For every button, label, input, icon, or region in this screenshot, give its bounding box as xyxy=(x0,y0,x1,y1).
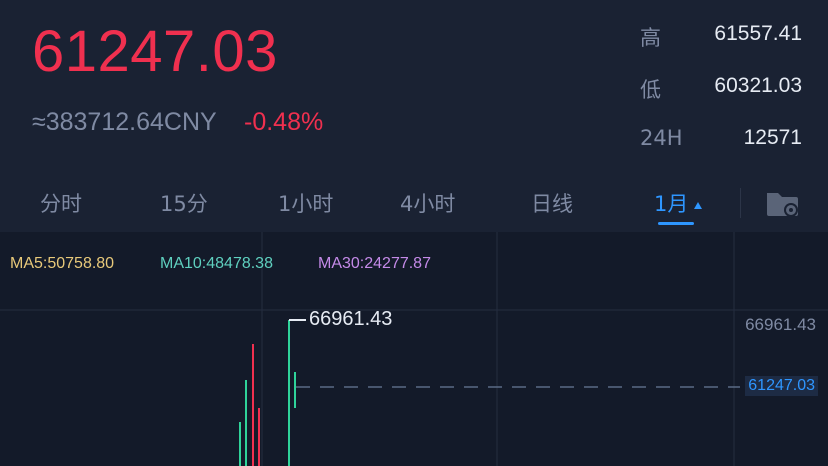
tab-4hour[interactable]: 4小时 xyxy=(400,188,455,218)
low-label: 低 xyxy=(640,78,661,102)
volume-24h-value: 12571 xyxy=(743,126,802,149)
active-tab-indicator xyxy=(658,222,694,225)
low-value: 60321.03 xyxy=(714,74,802,97)
tab-1month-label: 1月 xyxy=(654,192,689,216)
tab-divider xyxy=(740,188,741,218)
high-label: 高 xyxy=(640,26,661,50)
ticker-header: 61247.03 ≈383712.64CNY -0.48% 高 61557.41… xyxy=(0,0,828,232)
change-percent: -0.48% xyxy=(244,108,324,136)
axis-high-label: 66961.43 xyxy=(745,315,816,334)
volume-24h-label: 24H xyxy=(640,126,683,150)
tab-timeshare[interactable]: 分时 xyxy=(40,188,82,218)
tab-1month[interactable]: 1月 xyxy=(654,188,703,218)
chart-settings-button[interactable] xyxy=(764,186,804,220)
last-price: 61247.03 xyxy=(32,19,278,84)
cny-equivalent: ≈383712.64CNY xyxy=(32,108,217,136)
dropdown-arrow-icon xyxy=(694,201,703,209)
ma10-indicator: MA10:48478.38 xyxy=(160,255,273,272)
ma30-indicator: MA30:24277.87 xyxy=(318,255,431,272)
current-price-tag: 61247.03 xyxy=(745,376,818,396)
peak-price-label: 66961.43 xyxy=(309,308,393,330)
interval-tabs: 分时 15分 1小时 4小时 日线 1月 xyxy=(0,176,828,232)
ma5-indicator: MA5:50758.80 xyxy=(10,255,115,272)
tab-15min[interactable]: 15分 xyxy=(160,188,208,218)
high-value: 61557.41 xyxy=(714,22,802,45)
tab-1hour[interactable]: 1小时 xyxy=(278,188,333,218)
tab-daily[interactable]: 日线 xyxy=(531,188,573,218)
kline-chart[interactable]: MA5:50758.80 MA10:48478.38 MA30:24277.87… xyxy=(0,232,828,466)
settings-folder-icon xyxy=(767,193,798,217)
